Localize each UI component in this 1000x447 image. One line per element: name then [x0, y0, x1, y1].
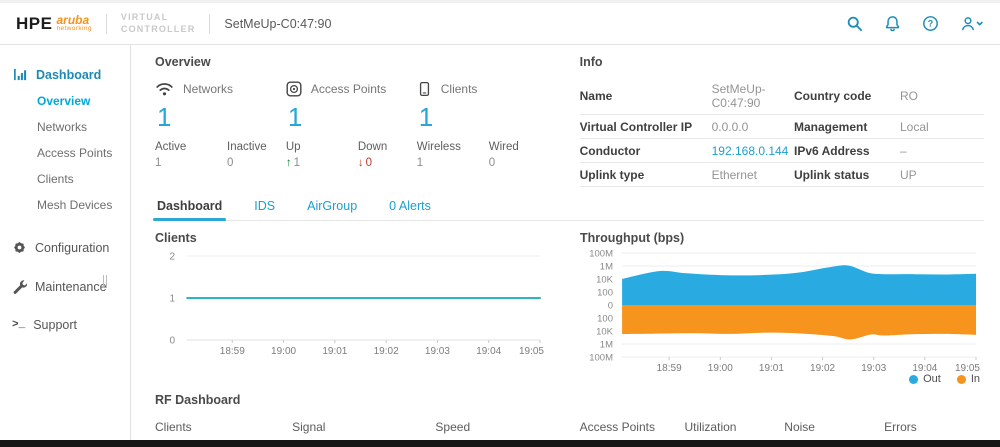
svg-text:19:05: 19:05	[955, 363, 980, 372]
sidebar-item-dashboard[interactable]: Dashboard	[0, 63, 130, 88]
svg-text:19:01: 19:01	[759, 363, 784, 372]
up-arrow-icon: ↑	[285, 157, 292, 169]
main-content: Overview Networks 1 Active1 Inactive0	[103, 45, 1000, 441]
access-points-count: 1	[287, 102, 303, 132]
client-device-icon	[419, 81, 429, 97]
svg-text:100: 100	[597, 314, 613, 325]
tab-airgroup[interactable]: AirGroup	[305, 194, 359, 220]
sidebar-item-overview[interactable]: Overview	[0, 88, 130, 114]
svg-text:19:05: 19:05	[519, 346, 544, 357]
svg-text:1M: 1M	[600, 340, 613, 351]
throughput-legend: Out In	[580, 373, 984, 385]
product-name: VIRTUAL CONTROLLER	[120, 11, 196, 34]
rf-dashboard-panel: RF Dashboard Clients Signal Speed All Cl…	[155, 393, 984, 447]
wrench-icon	[13, 280, 27, 294]
overview-title: Overview	[155, 55, 211, 69]
sidebar-nav: Dashboard Overview Networks Access Point…	[0, 45, 131, 440]
conductor-ip-link[interactable]: 192.168.0.144	[712, 144, 794, 158]
help-icon[interactable]: ?	[922, 15, 939, 32]
sidebar-item-clients[interactable]: Clients	[0, 166, 130, 192]
top-header: HPE aruba networking VIRTUAL CONTROLLER …	[0, 3, 1000, 45]
sidebar-item-networks[interactable]: Networks	[0, 114, 130, 140]
header-actions: ?	[846, 15, 984, 32]
tab-dashboard[interactable]: Dashboard	[152, 194, 227, 221]
svg-text:18:59: 18:59	[220, 346, 245, 357]
wifi-icon	[156, 83, 173, 96]
sidebar-item-maintenance[interactable]: Maintenance	[0, 271, 130, 302]
panel-resize-handle[interactable]	[103, 275, 109, 288]
user-menu-icon[interactable]	[960, 15, 984, 32]
svg-text:18:59: 18:59	[657, 363, 682, 372]
svg-text:2: 2	[169, 252, 175, 263]
terminal-prompt-icon: >_	[12, 319, 26, 331]
page-body: Dashboard Overview Networks Access Point…	[0, 45, 1000, 441]
sidebar-item-mesh-devices[interactable]: Mesh Devices	[0, 192, 130, 218]
svg-text:19:03: 19:03	[861, 363, 886, 372]
svg-text:0: 0	[608, 301, 613, 312]
dashboard-chart-icon	[14, 68, 27, 81]
search-icon[interactable]	[846, 15, 863, 32]
clients-line-chart: 2 1 0 18:59 19:00 19:01 19:02 19:03 19:04 19:05	[169, 252, 544, 358]
info-title: Info	[579, 55, 603, 69]
sidebar-item-support[interactable]: >_ Support	[0, 310, 130, 340]
svg-text:19:02: 19:02	[810, 363, 835, 372]
aruba-wordmark: aruba networking	[56, 13, 92, 32]
header-divider	[105, 13, 107, 34]
svg-text:19:01: 19:01	[322, 346, 347, 357]
gear-icon	[14, 242, 25, 253]
svg-text:19:03: 19:03	[425, 346, 450, 357]
rf-dashboard-title: RF Dashboard	[155, 393, 241, 407]
networks-count: 1	[157, 102, 172, 132]
clients-chart-title: Clients	[155, 231, 197, 245]
svg-text:10K: 10K	[596, 327, 614, 338]
svg-text:19:00: 19:00	[708, 363, 733, 372]
stat-access-points: Access Points 1 Up ↑ 1 Down ↓ 0	[286, 81, 417, 169]
sidebar-item-access-points[interactable]: Access Points	[0, 140, 130, 166]
svg-text:100: 100	[597, 288, 613, 299]
down-arrow-icon: ↓	[357, 157, 364, 169]
bottom-scrollbar[interactable]	[0, 440, 1000, 447]
svg-text:?: ?	[928, 19, 934, 29]
sidebar-item-configuration[interactable]: Configuration	[0, 232, 130, 263]
rf-clients-header: Clients Signal Speed	[155, 416, 548, 441]
dashboard-tabs: Dashboard IDS AirGroup 0 Alerts	[152, 194, 984, 221]
controller-name: SetMeUp-C0:47:90	[224, 16, 332, 31]
legend-item-in: In	[956, 373, 980, 385]
hpe-aruba-logo[interactable]: HPE aruba networking	[16, 14, 92, 34]
stat-networks: Networks 1 Active 1 Inactive 0	[155, 81, 286, 169]
info-panel: Info Name SetMeUp-C0:47:90 Country code RO…	[579, 55, 984, 187]
svg-text:1M: 1M	[600, 262, 613, 273]
throughput-area-chart: 100M 1M 10K 100 0 100 10K 1M 100M 18:59 19:00 19:01…	[589, 249, 980, 373]
rf-ap-header: Access Points Utilization Noise Errors	[579, 416, 984, 441]
svg-text:10K: 10K	[596, 275, 614, 286]
svg-text:19:04: 19:04	[912, 363, 937, 372]
info-row: Virtual Controller IP 0.0.0.0 Management L…	[579, 115, 984, 139]
overview-panel: Overview Networks 1 Active1 Inactive0	[155, 55, 548, 187]
svg-text:1: 1	[169, 294, 175, 305]
access-point-icon	[286, 81, 302, 97]
clients-count: 1	[418, 102, 434, 132]
clients-chart-panel: Clients 2 1 0 18:59 19:00 19:01 19:02 19:03 19:0…	[155, 231, 548, 385]
svg-text:0: 0	[169, 336, 175, 347]
app-window: HPE aruba networking VIRTUAL CONTROLLER …	[0, 0, 1000, 447]
in-series-dot	[956, 374, 966, 384]
svg-text:100M: 100M	[589, 249, 613, 260]
throughput-chart-title: Throughput (bps)	[580, 231, 685, 245]
stat-clients: Clients 1 Wireless 1 Wired 0	[417, 81, 548, 169]
svg-text:19:02: 19:02	[374, 346, 399, 357]
svg-text:19:04: 19:04	[476, 346, 501, 357]
hpe-wordmark: HPE	[16, 13, 53, 33]
throughput-chart-panel: Throughput (bps) 100M 1M 10K 100 0 100 10K 1M 10…	[580, 231, 984, 385]
tab-alerts[interactable]: 0 Alerts	[387, 194, 433, 220]
out-series-dot	[909, 374, 919, 384]
info-row: Name SetMeUp-C0:47:90 Country code RO	[579, 77, 984, 115]
svg-text:19:00: 19:00	[271, 346, 296, 357]
info-row: Conductor 192.168.0.144 IPv6 Address –	[579, 139, 984, 163]
info-row: Uplink type Ethernet Uplink status UP	[579, 163, 984, 187]
notifications-bell-icon[interactable]	[884, 15, 901, 32]
svg-text:100M: 100M	[589, 353, 613, 364]
legend-item-out: Out	[909, 373, 941, 385]
tab-ids[interactable]: IDS	[252, 194, 277, 220]
header-divider	[209, 13, 211, 34]
